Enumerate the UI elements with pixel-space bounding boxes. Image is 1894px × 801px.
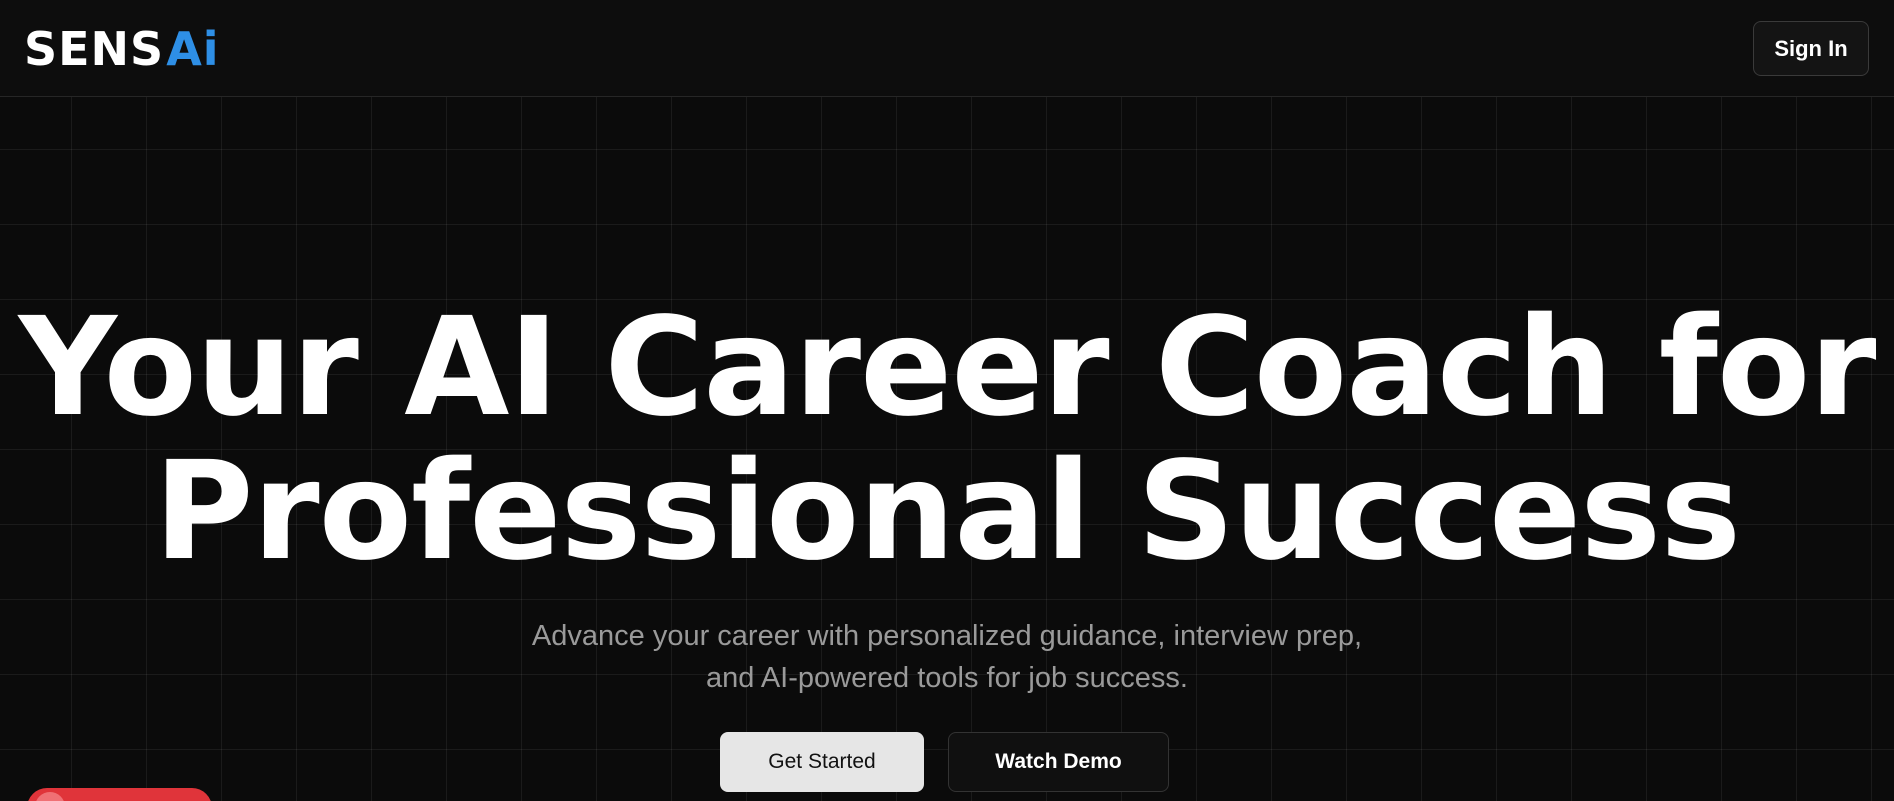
- landing-page: SENS Ai Sign In Your AI Career Coach for …: [0, 0, 1894, 801]
- hero-title: Your AI Career Coach for Professional Su…: [0, 296, 1894, 584]
- hero-subtitle: Advance your career with personalized gu…: [447, 615, 1447, 699]
- watch-demo-button[interactable]: Watch Demo: [948, 732, 1169, 792]
- logo-text: SENS: [24, 22, 165, 76]
- hero-title-line-1: Your AI Career Coach for: [18, 289, 1877, 447]
- hero-title-line-2: Professional Success: [153, 433, 1741, 591]
- widget-dot-icon: [35, 792, 65, 801]
- hero-subtitle-line-2: and AI-powered tools for job success.: [706, 662, 1188, 694]
- brand-logo[interactable]: SENS Ai: [24, 22, 220, 76]
- sign-in-button[interactable]: Sign In: [1753, 21, 1869, 76]
- hero-subtitle-line-1: Advance your career with personalized gu…: [531, 620, 1363, 652]
- logo-accent-text: Ai: [166, 22, 220, 76]
- top-navbar: SENS Ai Sign In: [0, 0, 1894, 97]
- get-started-button[interactable]: Get Started: [720, 732, 924, 792]
- floating-widget[interactable]: [27, 788, 212, 801]
